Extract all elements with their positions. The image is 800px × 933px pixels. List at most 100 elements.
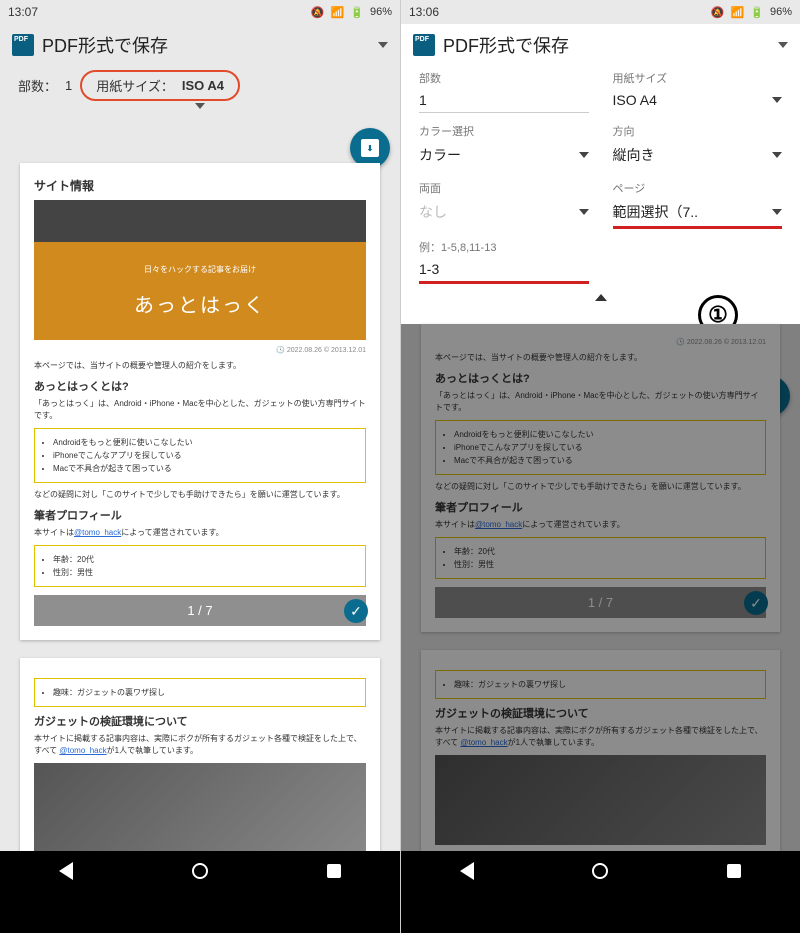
chevron-up-icon xyxy=(595,294,607,301)
list-item: 性別：男性 xyxy=(53,567,357,578)
env-line: 本サイトに掲載する記事内容は、実際にボクが所有するガジェット各種で検証をした上で… xyxy=(435,725,766,749)
page-number: 1 / 7 xyxy=(588,595,613,610)
save-destination-dropdown[interactable]: PDF形式で保存 xyxy=(0,24,400,66)
author-bullets: 年齢：20代 性別：男性 xyxy=(435,537,766,579)
page-range-example: 例：1-5,8,11-13 xyxy=(419,239,589,255)
pdf-icon xyxy=(413,34,435,56)
paper-size-select[interactable]: ISO A4 xyxy=(613,88,783,113)
heading-env: ガジェットの検証環境について xyxy=(435,705,766,721)
list-item: Macで不具合が起きて困っている xyxy=(454,455,757,466)
heading-what: あっとはっくとは? xyxy=(34,378,366,394)
nav-home-icon[interactable] xyxy=(592,863,608,879)
heading-what: あっとはっくとは? xyxy=(435,370,766,386)
page-number: 1 / 7 xyxy=(187,603,212,618)
paper-size-label: 用紙サイズ： xyxy=(96,76,174,95)
page-date: 🕓 2022.08.26 © 2013.12.01 xyxy=(34,346,366,354)
what-desc: 「あっとはっく」は、Android・iPhone・Macを中心とした、ガジェット… xyxy=(435,390,766,414)
author-line: 本サイトは@tomo_hackによって運営されています。 xyxy=(34,527,366,539)
page-number-bar: 1 / 7 ✓ xyxy=(34,595,366,626)
nav-back-icon[interactable] xyxy=(59,862,73,880)
copies-label: 部数： xyxy=(18,76,57,95)
right-pane: 13:06 🔕 📶 🔋 96% PDF形式で保存 部数 1 用紙サイズ xyxy=(400,0,800,933)
intro-text: 本ページでは、当サイトの概要や管理人の紹介をします。 xyxy=(435,352,766,364)
page-selected-check-icon[interactable]: ✓ xyxy=(344,599,368,623)
what-desc: 「あっとはっく」は、Android・iPhone・Macを中心とした、ガジェット… xyxy=(34,398,366,422)
paper-size-value[interactable]: ISO A4 xyxy=(182,78,224,93)
field-paper-size[interactable]: 用紙サイズ ISO A4 xyxy=(613,70,783,113)
field-pages[interactable]: ページ 範囲選択（7.. xyxy=(613,180,783,229)
page-selected-check-icon[interactable]: ✓ xyxy=(744,591,768,615)
battery-pct: 96% xyxy=(770,6,792,18)
status-time: 13:07 xyxy=(8,5,38,19)
list-item: iPhoneでこんなアプリを探している xyxy=(53,450,357,461)
field-copies[interactable]: 部数 1 xyxy=(419,70,589,113)
list-item: Androidをもっと便利に使いこなしたい xyxy=(53,437,357,448)
section-title: サイト情報 xyxy=(34,177,366,194)
author-line: 本サイトは@tomo_hackによって運営されています。 xyxy=(435,519,766,531)
print-options-collapsed: 部数： 1 用紙サイズ： ISO A4 xyxy=(0,66,400,107)
nav-recents-icon[interactable] xyxy=(327,864,341,878)
left-pane: 13:07 🔕 📶 🔋 96% PDF形式で保存 部数： 1 用紙サイズ： IS… xyxy=(0,0,400,933)
nav-recents-icon[interactable] xyxy=(727,864,741,878)
field-orientation[interactable]: 方向 縦向き xyxy=(613,123,783,170)
save-destination-dropdown[interactable]: PDF形式で保存 xyxy=(401,24,800,66)
page-number-bar: 1 / 7 ✓ xyxy=(435,587,766,618)
hobby-bullets: 趣味：ガジェットの裏ワザ探し xyxy=(435,670,766,699)
expand-options-button[interactable] xyxy=(0,107,400,133)
chevron-down-icon xyxy=(195,103,205,126)
author-link: @tomo_hack xyxy=(74,528,121,537)
gadgets-photo xyxy=(435,755,766,845)
dnd-icon: 🔕 xyxy=(311,6,325,19)
print-options-expanded: 部数 1 用紙サイズ ISO A4 カラー選択 カラー 方向 縦向き 両面 xyxy=(401,66,800,324)
heading-author: 筆者プロフィール xyxy=(435,499,766,515)
field-duplex: 両面 なし xyxy=(419,180,589,229)
dnd-icon: 🔕 xyxy=(711,6,725,19)
paper-size-highlight: 用紙サイズ： ISO A4 xyxy=(80,70,240,101)
copies-value[interactable]: 1 xyxy=(65,78,72,93)
copies-label: 部数 xyxy=(419,70,589,86)
list-item: 趣味：ガジェットの裏ワザ探し xyxy=(454,679,757,690)
preview-page-2[interactable]: 趣味：ガジェットの裏ワザ探し ガジェットの検証環境について 本サイトに掲載する記… xyxy=(20,658,380,867)
what-foot: などの疑問に対し「このサイトで少しでも手助けできたら」を願いに運営しています。 xyxy=(34,489,366,501)
preview-page-1[interactable]: 🕓 2022.08.26 © 2013.12.01 本ページでは、当サイトの概要… xyxy=(421,324,780,632)
orientation-select[interactable]: 縦向き xyxy=(613,141,783,170)
chevron-down-icon xyxy=(378,42,388,48)
preview-page-1[interactable]: サイト情報 日々をハックする記事をお届け あっとはっく 🕓 2022.08.26… xyxy=(20,163,380,640)
color-select[interactable]: カラー xyxy=(419,141,589,170)
print-preview[interactable]: サイト情報 日々をハックする記事をお届け あっとはっく 🕓 2022.08.26… xyxy=(0,163,400,867)
hero-title: あっとはっく xyxy=(134,289,266,318)
list-item: 趣味：ガジェットの裏ワザ探し xyxy=(53,687,357,698)
android-navbar xyxy=(0,851,400,891)
pages-select[interactable]: 範囲選択（7.. xyxy=(613,198,783,229)
download-pdf-icon: ⬇ xyxy=(361,139,379,157)
copies-input[interactable]: 1 xyxy=(419,88,589,113)
nav-home-icon[interactable] xyxy=(192,863,208,879)
orientation-label: 方向 xyxy=(613,123,783,139)
status-time: 13:06 xyxy=(409,5,439,19)
save-pdf-fab[interactable]: ⬇ xyxy=(350,128,390,168)
status-bar: 13:06 🔕 📶 🔋 96% xyxy=(401,0,800,24)
what-bullets: Androidをもっと便利に使いこなしたい iPhoneでこんなアプリを探してい… xyxy=(435,420,766,475)
battery-icon: 🔋 xyxy=(350,6,364,19)
field-page-range[interactable]: 例：1-5,8,11-13 1-3 xyxy=(419,239,589,284)
paper-size-label: 用紙サイズ xyxy=(613,70,783,86)
author-bullets: 年齢：20代 性別：男性 xyxy=(34,545,366,587)
field-color[interactable]: カラー選択 カラー xyxy=(419,123,589,170)
intro-text: 本ページでは、当サイトの概要や管理人の紹介をします。 xyxy=(34,360,366,372)
battery-icon: 🔋 xyxy=(750,6,764,19)
hobby-bullets: 趣味：ガジェットの裏ワザ探し xyxy=(34,678,366,707)
nav-back-icon[interactable] xyxy=(460,862,474,880)
list-item: iPhoneでこんなアプリを探している xyxy=(454,442,757,453)
list-item: 年齢：20代 xyxy=(53,554,357,565)
list-item: 性別：男性 xyxy=(454,559,757,570)
env-line: 本サイトに掲載する記事内容は、実際にボクが所有するガジェット各種で検証をした上で… xyxy=(34,733,366,757)
status-bar: 13:07 🔕 📶 🔋 96% xyxy=(0,0,400,24)
bottom-black-bar xyxy=(0,891,400,933)
wifi-icon: 📶 xyxy=(331,6,345,19)
chevron-down-icon xyxy=(778,42,788,48)
page-range-input[interactable]: 1-3 xyxy=(419,257,589,284)
author-link: @tomo_hack xyxy=(475,520,522,529)
preview-page-2[interactable]: 趣味：ガジェットの裏ワザ探し ガジェットの検証環境について 本サイトに掲載する記… xyxy=(421,650,780,859)
heading-author: 筆者プロフィール xyxy=(34,507,366,523)
bottom-black-bar xyxy=(401,891,800,933)
